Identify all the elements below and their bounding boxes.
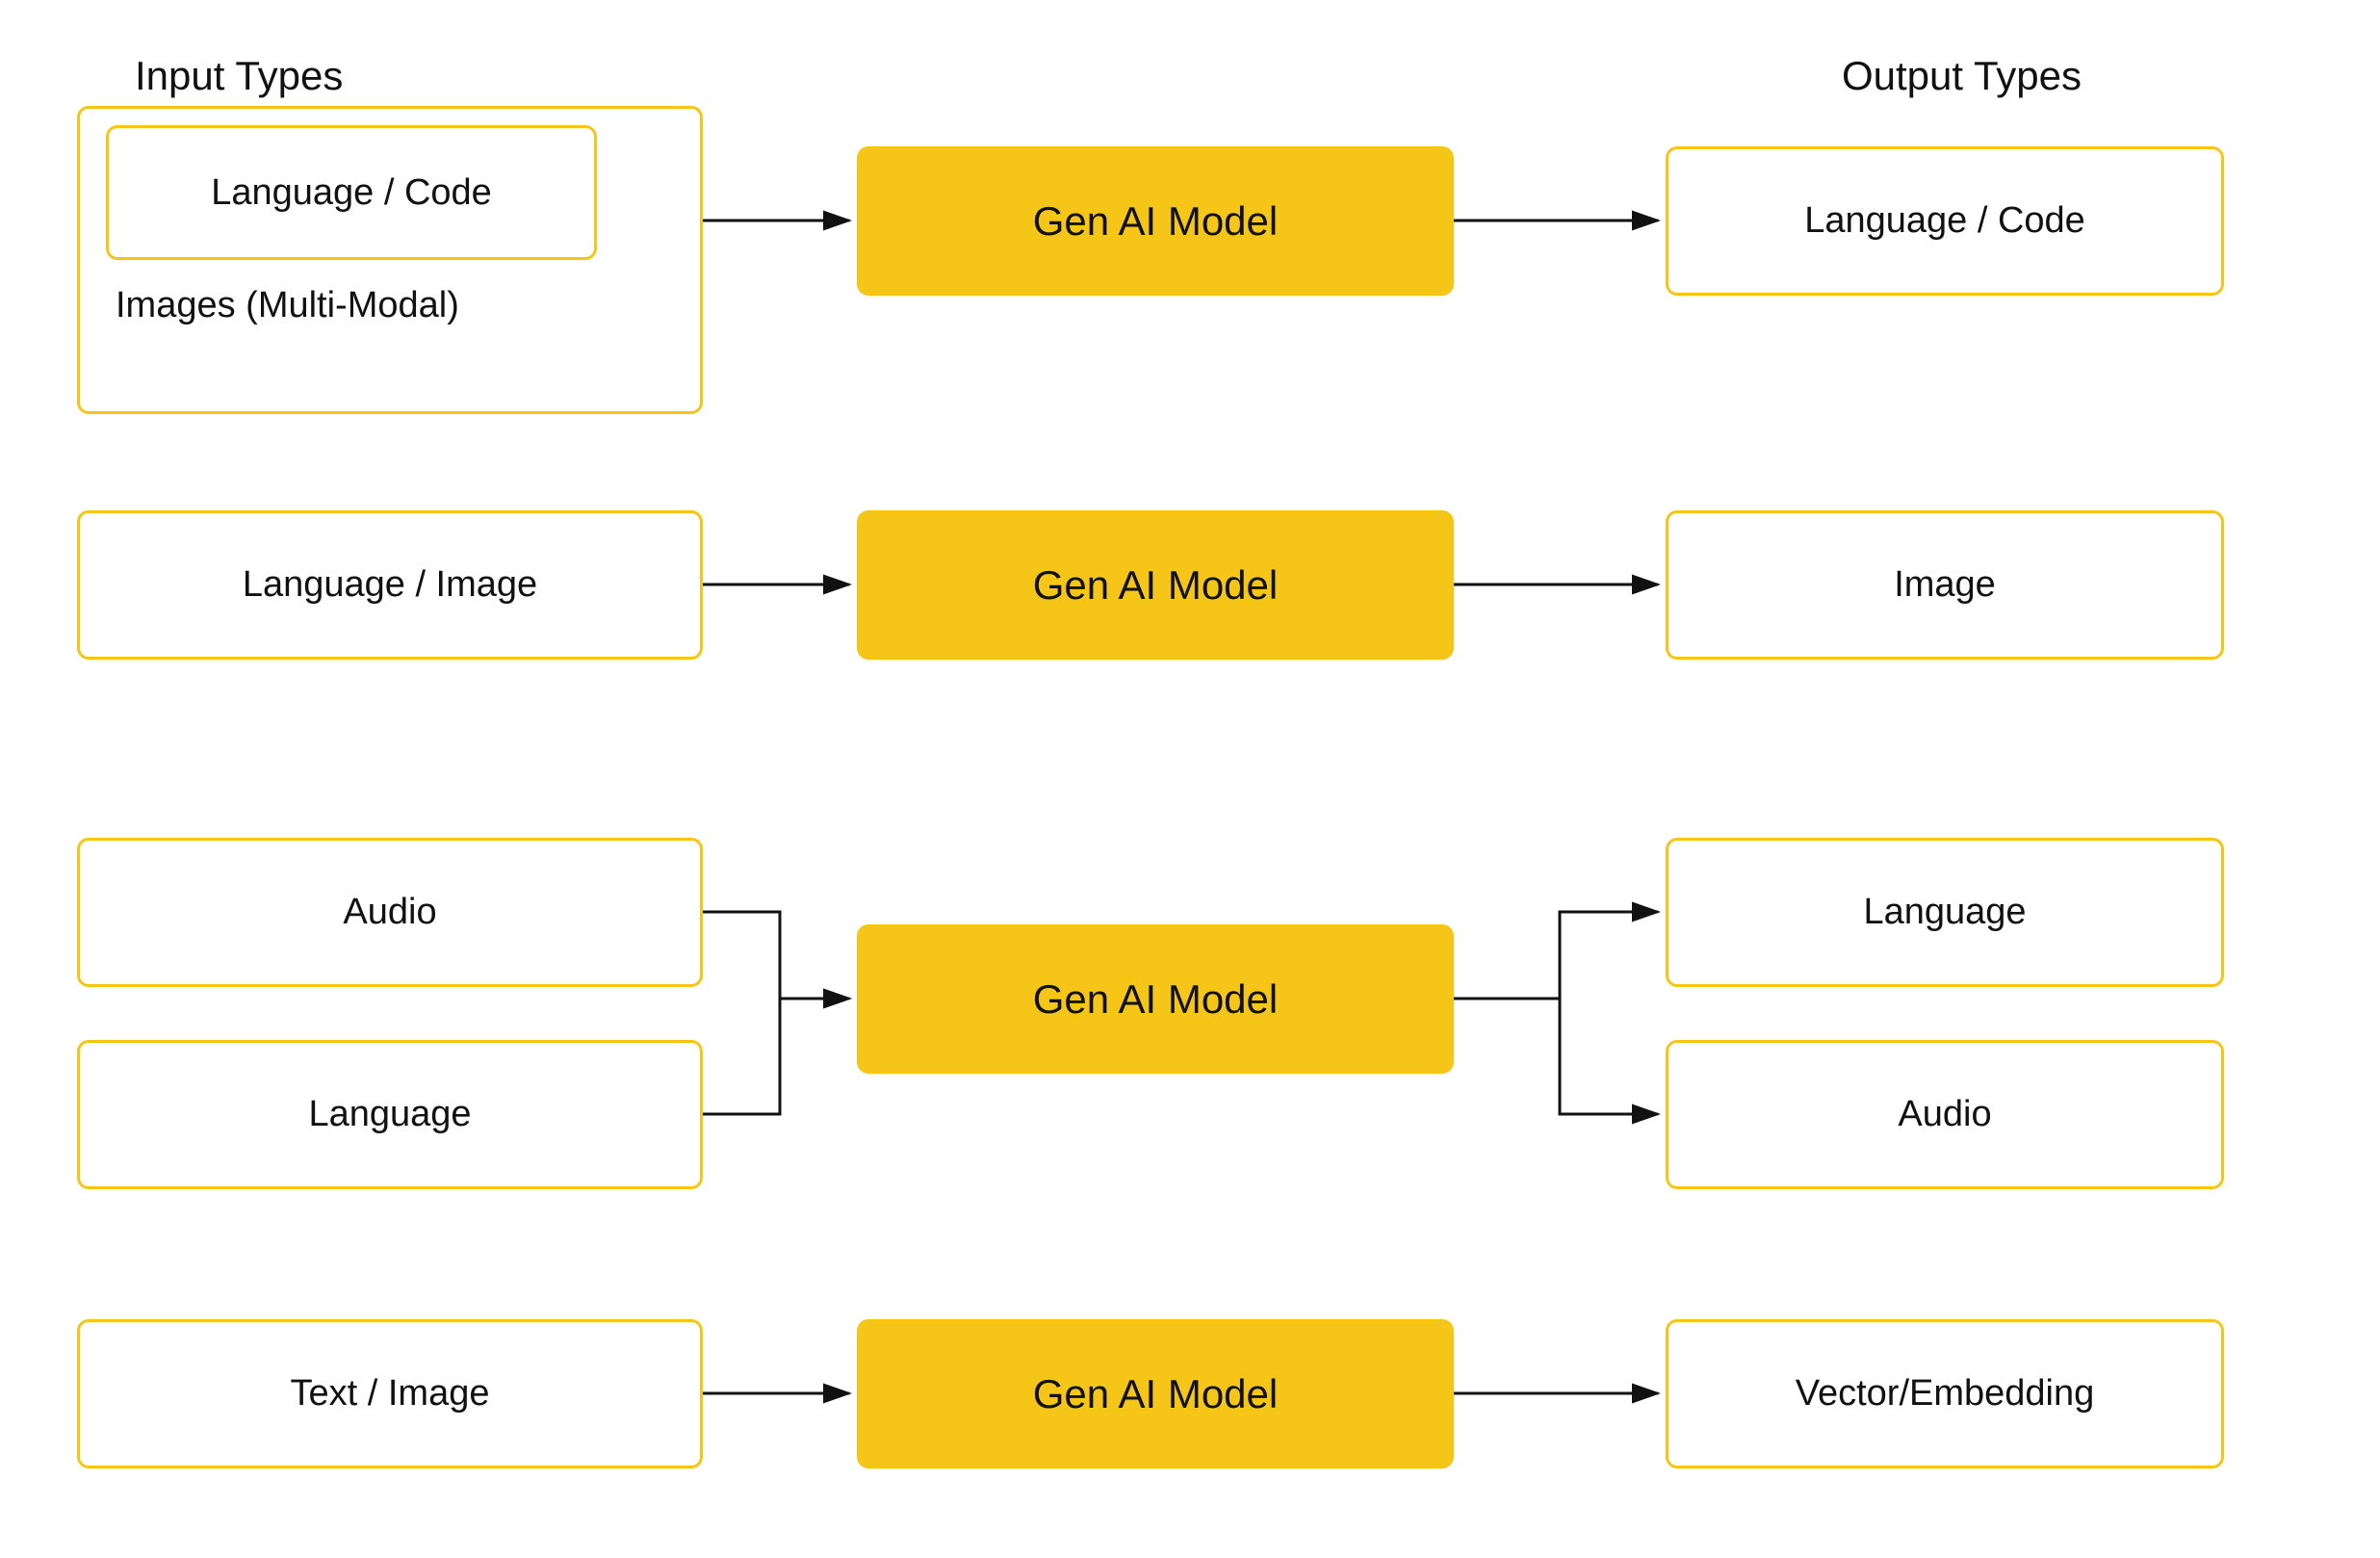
row3-audio-input-box: Audio bbox=[77, 838, 703, 987]
row2-model-label: Gen AI Model bbox=[1033, 562, 1278, 609]
row3-model-box: Gen AI Model bbox=[857, 924, 1454, 1074]
row3-audio-output-label: Audio bbox=[1898, 1094, 1991, 1135]
row4-model-label: Gen AI Model bbox=[1033, 1371, 1278, 1417]
row1-input-inner-label: Language / Code bbox=[211, 172, 492, 214]
row4-input-label: Text / Image bbox=[291, 1373, 490, 1415]
row2-output-box: Image bbox=[1666, 510, 2224, 660]
row1-output-label: Language / Code bbox=[1804, 200, 2085, 242]
row4-input-box: Text / Image bbox=[77, 1319, 703, 1468]
row2-input-box: Language / Image bbox=[77, 510, 703, 660]
row3-lang-output-label: Language bbox=[1863, 892, 2026, 933]
row4-model-box: Gen AI Model bbox=[857, 1319, 1454, 1468]
row1-images-label: Images (Multi-Modal) bbox=[116, 285, 459, 326]
row3-audio-input-label: Audio bbox=[343, 892, 436, 933]
row4-output-box: Vector/Embedding bbox=[1666, 1319, 2224, 1468]
diagram-container: Input Types Output Types Language / Code… bbox=[0, 0, 2380, 1558]
row3-lang-input-label: Language bbox=[308, 1094, 471, 1135]
row3-audio-output-box: Audio bbox=[1666, 1040, 2224, 1189]
row2-input-label: Language / Image bbox=[243, 564, 537, 606]
row2-output-label: Image bbox=[1894, 564, 1996, 606]
row1-output-box: Language / Code bbox=[1666, 146, 2224, 296]
output-types-label: Output Types bbox=[1842, 53, 2082, 99]
row3-lang-input-box: Language bbox=[77, 1040, 703, 1189]
input-types-label: Input Types bbox=[135, 53, 343, 99]
row3-model-label: Gen AI Model bbox=[1033, 976, 1278, 1023]
row4-output-label: Vector/Embedding bbox=[1796, 1373, 2095, 1415]
row2-model-box: Gen AI Model bbox=[857, 510, 1454, 660]
row1-model-box: Gen AI Model bbox=[857, 146, 1454, 296]
row1-model-label: Gen AI Model bbox=[1033, 198, 1278, 245]
row3-lang-output-box: Language bbox=[1666, 838, 2224, 987]
row1-inner-input-box: Language / Code bbox=[106, 125, 597, 260]
